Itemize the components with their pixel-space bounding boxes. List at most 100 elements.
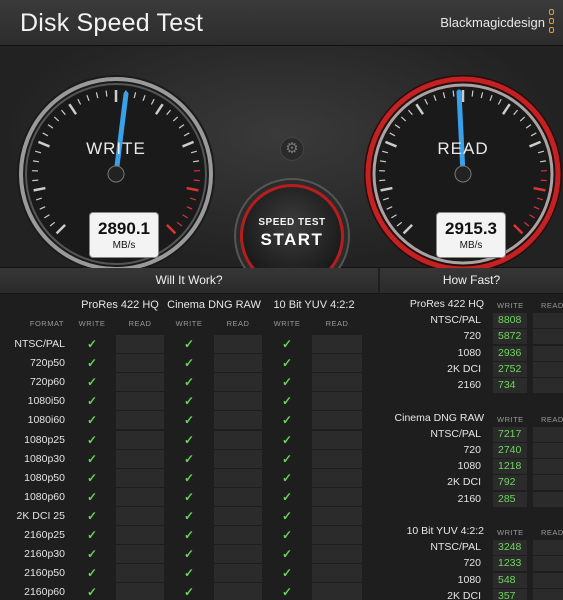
settings-button[interactable]: ⚙ xyxy=(280,137,304,161)
format-label: 1080i60 xyxy=(27,414,65,427)
group-prores-title: ProRes 422 HQ xyxy=(81,299,159,311)
checkmark-icon: ✓ xyxy=(183,413,195,428)
table-cell xyxy=(312,506,362,525)
speed-read-cell xyxy=(533,361,563,377)
checkmark-icon: ✓ xyxy=(183,375,195,390)
format-label: 2160p30 xyxy=(24,548,65,561)
table-cell: ✓ xyxy=(166,373,212,391)
cdng-read-header: READ xyxy=(226,319,250,328)
checkmark-icon: ✓ xyxy=(86,356,98,371)
write-value: 2890.1 xyxy=(98,219,150,238)
table-cell: ✓ xyxy=(70,564,114,582)
table-cell xyxy=(312,411,362,430)
table-row: 1080p30 ✓ ✓ ✓ xyxy=(0,449,378,469)
checkmark-icon: ✓ xyxy=(281,585,293,600)
table-cell xyxy=(214,506,262,525)
gear-icon: ⚙ xyxy=(285,140,299,157)
checkmark-icon: ✓ xyxy=(86,432,98,447)
table-cell xyxy=(214,526,262,544)
speed-write-header: WRITE xyxy=(497,301,524,310)
format-label: 720p60 xyxy=(29,376,65,389)
table-cell xyxy=(312,468,362,487)
speed-read-cell xyxy=(533,588,563,600)
table-cell xyxy=(312,430,362,449)
brand-name: Blackmagicdesign xyxy=(440,15,545,30)
checkmark-icon: ✓ xyxy=(86,547,98,562)
table-cell: ✓ xyxy=(70,488,114,506)
table-cell xyxy=(312,449,362,468)
table-cell xyxy=(312,487,362,506)
table-cell xyxy=(116,354,164,373)
speed-read-header: READ xyxy=(541,528,563,537)
checkmark-icon: ✓ xyxy=(281,375,293,390)
table-cell xyxy=(116,487,164,506)
table-cell xyxy=(116,430,164,449)
table-cell: ✓ xyxy=(70,354,114,372)
table-cell xyxy=(214,487,262,506)
table-cell xyxy=(116,564,164,583)
write-gauge: WRITE 2890.1 MB/s xyxy=(16,74,216,274)
table-cell: ✓ xyxy=(264,583,310,600)
table-cell xyxy=(312,526,362,544)
speed-read-cell xyxy=(533,540,563,555)
table-cell xyxy=(116,506,164,525)
table-cell: ✓ xyxy=(264,392,310,410)
speed-format-label: 2K DCI xyxy=(447,476,481,489)
read-readout: 2915.3 MB/s xyxy=(436,212,506,258)
table-row: 1080i50 ✓ ✓ ✓ xyxy=(0,392,378,411)
table-cell: ✓ xyxy=(264,564,310,582)
table-cell: ✓ xyxy=(166,526,212,544)
table-cell: ✓ xyxy=(70,583,114,600)
table-row: 1080p60 ✓ ✓ ✓ xyxy=(0,487,378,507)
table-cell xyxy=(116,411,164,430)
speed-format-label: 1080 xyxy=(457,573,481,586)
speed-format-label: 720 xyxy=(463,557,481,570)
group-cdng-title: Cinema DNG RAW xyxy=(167,299,261,311)
table-cell: ✓ xyxy=(166,583,212,600)
checkmark-icon: ✓ xyxy=(281,508,293,523)
table-row: 2160p25 ✓ ✓ ✓ xyxy=(0,526,378,545)
table-cell: ✓ xyxy=(166,507,212,525)
table-cell: ✓ xyxy=(70,507,114,525)
table-cell: ✓ xyxy=(166,335,212,353)
table-cell xyxy=(116,392,164,411)
start-button-subtitle: SPEED TEST xyxy=(258,217,326,228)
checkmark-icon: ✓ xyxy=(183,432,195,447)
table-cell: ✓ xyxy=(264,545,310,563)
format-label: 2160p60 xyxy=(24,586,65,599)
checkmark-icon: ✓ xyxy=(86,337,98,351)
table-row: 1080i60 ✓ ✓ ✓ xyxy=(0,411,378,430)
speed-read-cell xyxy=(533,329,563,345)
table-cell: ✓ xyxy=(166,469,212,487)
speed-format-label: NTSC/PAL xyxy=(430,541,481,553)
format-label: 1080p50 xyxy=(24,471,65,484)
table-cell xyxy=(214,430,262,449)
table-cell xyxy=(312,335,362,353)
table-cell xyxy=(116,468,164,487)
table-cell: ✓ xyxy=(264,488,310,506)
table-cell: ✓ xyxy=(166,392,212,410)
table-cell xyxy=(214,335,262,353)
table-cell: ✓ xyxy=(264,450,310,468)
speed-format-label: 2K DCI xyxy=(447,362,481,375)
table-row: 2160p60 ✓ ✓ ✓ xyxy=(0,583,378,600)
speed-read-cell xyxy=(533,426,563,442)
checkmark-icon: ✓ xyxy=(183,356,195,371)
checkmark-icon: ✓ xyxy=(183,585,195,600)
table-row: 2160p30 ✓ ✓ ✓ xyxy=(0,545,378,564)
gauge-tick xyxy=(471,90,474,97)
table-cell xyxy=(214,373,262,392)
table-row: 2160p50 ✓ ✓ ✓ xyxy=(0,564,378,583)
table-cell: ✓ xyxy=(166,564,212,582)
table-cell xyxy=(214,583,262,600)
checkmark-icon: ✓ xyxy=(86,566,98,581)
table-cell xyxy=(214,354,262,373)
how-fast-table: ProRes 422 HQ WRITE READ NTSC/PAL 8808 720 587… xyxy=(380,294,563,600)
speed-format-label: 720 xyxy=(463,443,481,456)
table-cell xyxy=(214,545,262,564)
table-row: 720p50 ✓ ✓ ✓ xyxy=(0,354,378,373)
table-cell xyxy=(116,583,164,600)
table-cell xyxy=(116,545,164,564)
format-label: 1080i50 xyxy=(27,395,65,408)
how-fast-title: How Fast? xyxy=(380,268,563,294)
